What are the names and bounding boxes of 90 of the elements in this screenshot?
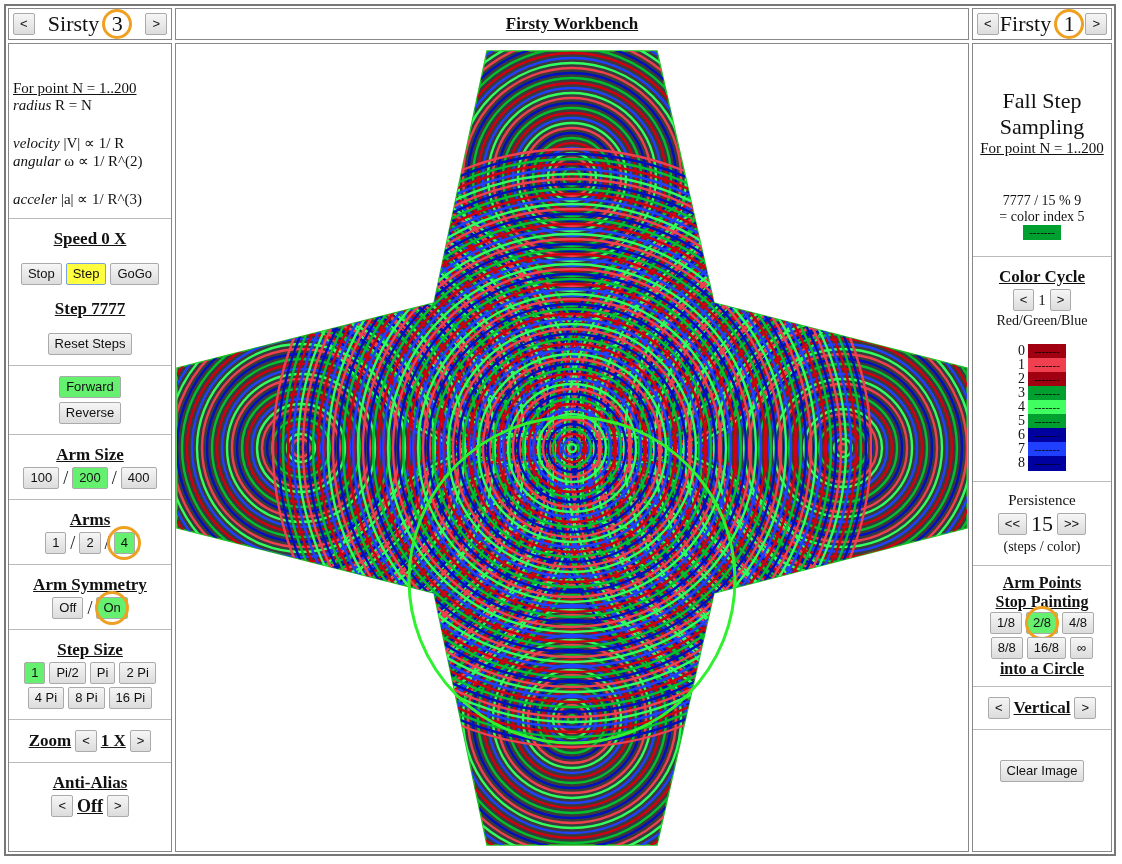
option-button[interactable]: Forward — [59, 376, 121, 398]
clear-image-button[interactable]: Clear Image — [999, 760, 1085, 782]
orientation-value: Vertical — [1013, 698, 1071, 718]
group-title: Color Cycle — [998, 267, 1086, 287]
highlight-ring — [107, 526, 142, 560]
legend-index: 1 — [1018, 357, 1025, 373]
formula-text: angular ω ∝ 1/ R^(2) — [13, 152, 144, 170]
previous-button[interactable]: < — [75, 730, 97, 752]
color-swatch: ------- — [1028, 343, 1066, 359]
persistence-value: 15 — [1031, 511, 1053, 537]
next-button[interactable]: > — [1085, 13, 1107, 35]
option-button[interactable]: 200 — [72, 467, 108, 489]
header-title: Sirsty — [47, 11, 100, 37]
cycle-value: 1 — [1038, 291, 1046, 309]
legend-index: 8 — [1018, 455, 1025, 471]
option-button[interactable]: 100 — [23, 467, 60, 489]
legend-index: 3 — [1018, 385, 1025, 401]
workbench-title: Firsty Workbench — [505, 14, 639, 34]
option-button[interactable]: Stop — [20, 263, 62, 285]
formula-text: acceler |a| ∝ 1/ R^(3) — [13, 190, 143, 208]
previous-button[interactable]: < — [987, 697, 1010, 719]
option-button[interactable]: Off — [52, 597, 84, 619]
result-text: = color index 5 — [999, 209, 1085, 225]
option-button[interactable]: GoGo — [110, 263, 160, 285]
formula-heading: For point N = 1..200 — [980, 140, 1104, 157]
group-title: into a Circle — [999, 660, 1085, 678]
formula-text: velocity |V| ∝ 1/ R — [13, 134, 126, 152]
previous-button[interactable]: < — [51, 795, 73, 817]
legend-index: 0 — [1018, 343, 1025, 359]
next-button[interactable]: > — [1049, 289, 1072, 311]
option-button[interactable]: 2 — [79, 532, 101, 554]
next-button[interactable]: > — [129, 730, 152, 752]
legend-index: 6 — [1018, 427, 1025, 443]
header-title: Firsty — [999, 11, 1052, 37]
group-title: Step Size — [57, 640, 123, 660]
option-button[interactable]: 1 — [24, 662, 46, 684]
reset-steps-button[interactable]: Reset Steps — [47, 333, 133, 355]
option-button[interactable]: Pi/2 — [49, 662, 86, 684]
step-label: Step 7777 — [54, 299, 126, 319]
color-swatch: ------- — [1023, 225, 1061, 240]
option-button[interactable]: 4 Pi — [27, 687, 65, 709]
separator-text: / — [70, 532, 76, 554]
group-title: Arm Size — [56, 445, 124, 465]
option-button[interactable]: Reverse — [58, 402, 122, 424]
zoom-value: 1 X — [100, 731, 126, 751]
previous-button[interactable]: < — [977, 13, 999, 35]
formula-text: radius R = N — [13, 97, 93, 114]
separator-text: / — [87, 597, 93, 619]
group-title: Stop Painting — [995, 593, 1089, 611]
unit-text: (steps / color) — [1003, 539, 1081, 555]
legend-index: 4 — [1018, 399, 1025, 415]
option-button[interactable]: 1 — [45, 532, 67, 554]
next-button[interactable]: >> — [1057, 513, 1087, 535]
option-button[interactable]: 4 — [113, 532, 135, 554]
group-title: Zoom — [28, 731, 72, 751]
option-button[interactable]: Pi — [89, 662, 116, 684]
option-button[interactable]: 4/8 — [1062, 612, 1095, 634]
next-button[interactable]: > — [1074, 697, 1097, 719]
group-title: Arm Points — [1002, 574, 1082, 592]
group-title: Arm Symmetry — [33, 575, 147, 595]
calc-text: 7777 / 15 % 9 — [1002, 193, 1082, 209]
legend-index: 2 — [1018, 371, 1025, 387]
panel-title: Fall Step — [1002, 88, 1082, 114]
option-button[interactable]: Step — [65, 263, 107, 285]
anti-alias-value: Off — [77, 795, 103, 817]
group-title: Arms — [69, 510, 111, 530]
speed-label: Speed 0 X — [53, 229, 127, 249]
option-button[interactable]: 8/8 — [990, 637, 1023, 659]
legend-index: 7 — [1018, 441, 1025, 457]
option-button[interactable]: 1/8 — [989, 612, 1022, 634]
next-button[interactable]: > — [145, 13, 167, 35]
formula-heading: For point N = 1..200 — [13, 80, 138, 97]
option-button[interactable]: 400 — [120, 467, 157, 489]
panel-title: Sampling — [999, 114, 1085, 140]
previous-button[interactable]: < — [1012, 289, 1035, 311]
cycle-name: Red/Green/Blue — [996, 313, 1088, 329]
option-button[interactable]: 8 Pi — [68, 687, 105, 709]
option-button[interactable]: 16 Pi — [108, 687, 153, 709]
separator-text: / — [63, 467, 69, 489]
separator-text: / — [111, 467, 117, 489]
option-button[interactable]: ∞ — [1070, 637, 1094, 659]
previous-button[interactable]: < — [13, 13, 35, 35]
group-title: Anti-Alias — [52, 773, 128, 793]
legend-index: 5 — [1018, 413, 1025, 429]
previous-button[interactable]: << — [997, 513, 1027, 535]
persistence-label: Persistence — [1008, 492, 1076, 509]
next-button[interactable]: > — [107, 795, 129, 817]
header-number: 3 — [102, 9, 133, 39]
option-button[interactable]: 16/8 — [1026, 637, 1067, 659]
option-button[interactable]: 2 Pi — [119, 662, 156, 684]
